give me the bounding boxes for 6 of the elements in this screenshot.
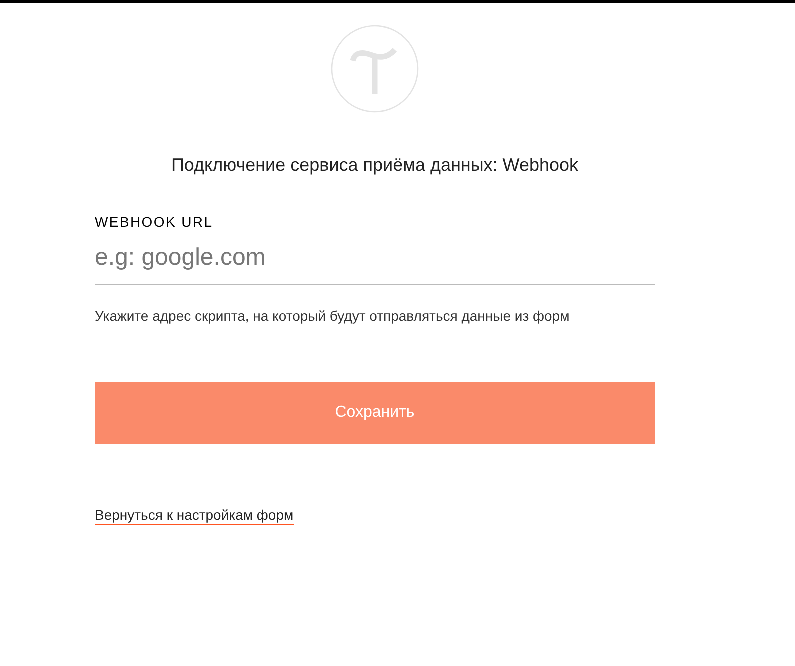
back-link[interactable]: Вернуться к настройкам форм: [95, 506, 294, 525]
logo-icon: [331, 25, 419, 113]
field-hint: Укажите адрес скрипта, на который будут отправляться данные из форм: [95, 307, 570, 325]
page-title: Подключение сервиса приёма данных: Webhook: [171, 154, 579, 176]
url-input-field[interactable]: e.g: google.com: [95, 242, 655, 285]
field-label: WEBHOOK URL: [95, 213, 214, 231]
